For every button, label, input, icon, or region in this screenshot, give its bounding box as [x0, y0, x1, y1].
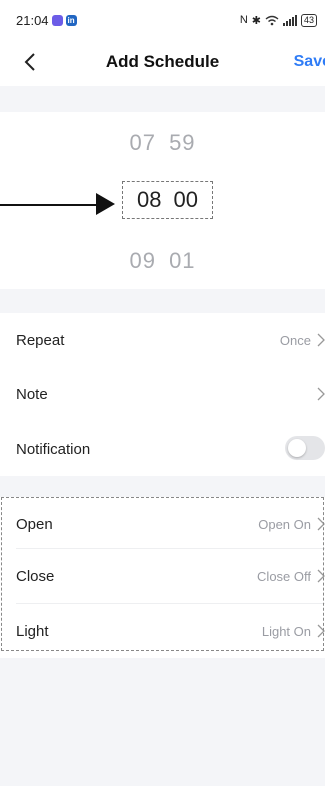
- save-button[interactable]: Save: [294, 53, 325, 71]
- picker-minute-next[interactable]: 01: [169, 248, 195, 274]
- repeat-label: Repeat: [16, 331, 65, 349]
- action-row-light[interactable]: Light Light On: [0, 604, 325, 658]
- nfc-icon: N: [239, 14, 248, 26]
- action-value: Open On: [258, 516, 311, 532]
- picker-minute-selected[interactable]: 00: [174, 187, 198, 213]
- action-label: Light: [16, 622, 49, 640]
- repeat-value: Once: [279, 332, 311, 348]
- bluetooth-icon: ✱: [251, 14, 261, 27]
- chevron-right-icon: [317, 387, 325, 401]
- page-title: Add Schedule: [105, 52, 220, 71]
- status-time: 21:04: [16, 12, 49, 28]
- action-row-open[interactable]: Open Open On: [0, 497, 325, 551]
- battery-indicator: 43: [300, 13, 317, 27]
- picker-hour-next[interactable]: 09: [129, 248, 155, 274]
- schedule-settings: Repeat Once Note Notification: [0, 313, 325, 476]
- picker-row-next[interactable]: 09 01: [0, 248, 325, 274]
- nav-bar: Add Schedule Save: [0, 40, 325, 86]
- selected-time[interactable]: 08 00: [122, 181, 213, 219]
- note-label: Note: [16, 385, 48, 403]
- picker-row-prev[interactable]: 07 59: [0, 130, 325, 156]
- pointer-arrow-head: [96, 193, 115, 215]
- notification-toggle[interactable]: [285, 436, 325, 460]
- signal-icon: [282, 14, 297, 26]
- action-value: Light On: [261, 623, 311, 639]
- notification-label: Notification: [16, 440, 91, 458]
- toggle-knob: [288, 439, 306, 457]
- wifi-icon: [265, 15, 279, 25]
- action-label: Open: [16, 515, 53, 533]
- chevron-right-icon: [317, 624, 325, 638]
- linkedin-icon: in: [65, 14, 77, 26]
- picker-minute-prev[interactable]: 59: [169, 130, 195, 156]
- mail-app-icon: [51, 14, 63, 26]
- picker-hour-selected[interactable]: 08: [137, 187, 161, 213]
- chevron-right-icon: [317, 569, 325, 583]
- notification-row: Notification: [0, 422, 325, 476]
- picker-hour-prev[interactable]: 07: [129, 130, 155, 156]
- chevron-right-icon: [317, 333, 325, 347]
- status-bar: 21:04 in N ✱ 43: [0, 0, 325, 40]
- action-label: Close: [16, 567, 55, 585]
- schedule-actions: Open Open On Close Close Off Light Light…: [0, 497, 325, 658]
- note-row[interactable]: Note: [0, 367, 325, 421]
- pointer-arrow-line: [0, 204, 100, 206]
- action-value: Close Off: [257, 568, 311, 584]
- action-row-close[interactable]: Close Close Off: [0, 549, 325, 603]
- chevron-right-icon: [317, 517, 325, 531]
- repeat-row[interactable]: Repeat Once: [0, 313, 325, 367]
